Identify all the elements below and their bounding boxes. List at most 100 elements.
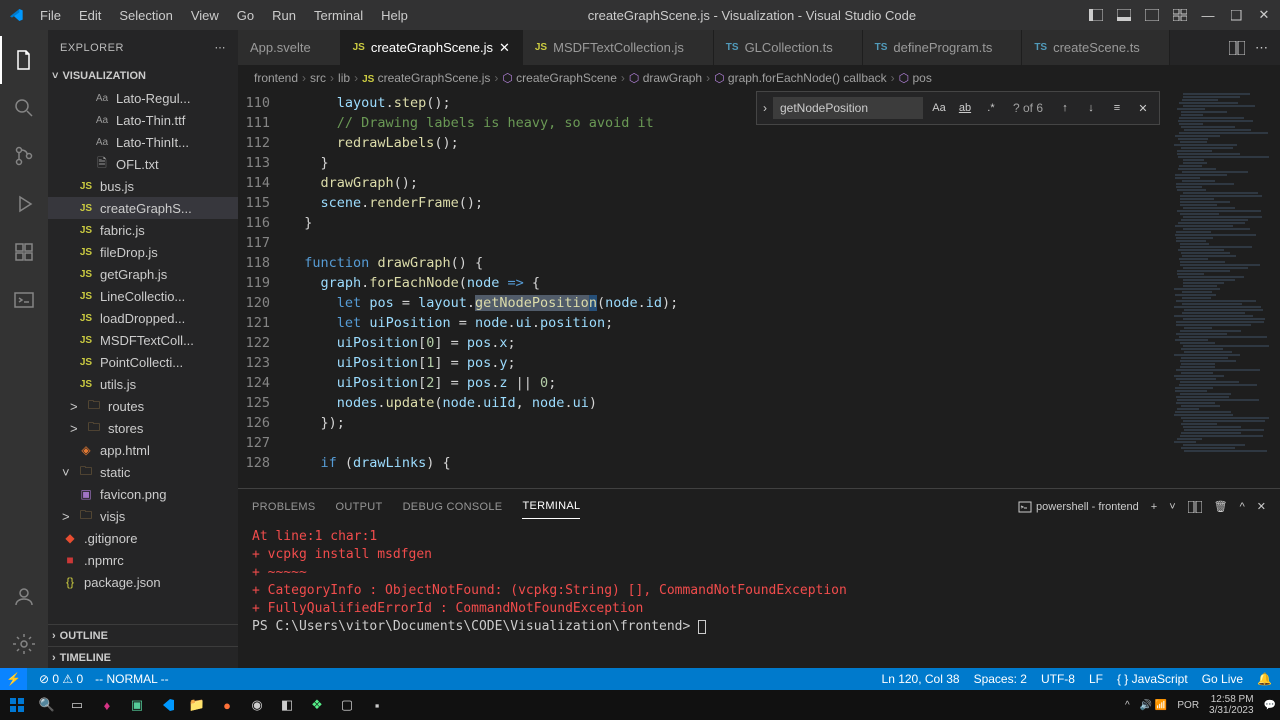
firefox-icon[interactable]: ● [214, 693, 240, 717]
terminal-panel-icon[interactable] [0, 276, 48, 324]
workspace-label[interactable]: ˅VISUALIZATION [48, 65, 238, 87]
start-icon[interactable] [4, 693, 30, 717]
breadcrumb-item[interactable]: ⬡ graph.forEachNode() callback [714, 71, 887, 85]
tab[interactable]: JSMSDFTextCollection.js✕ [523, 30, 714, 65]
find-next-icon[interactable]: ↓ [1081, 98, 1101, 118]
menu-terminal[interactable]: Terminal [306, 4, 371, 27]
task-app-icon[interactable]: ❖ [304, 693, 330, 717]
explorer-taskbar-icon[interactable]: 📁 [184, 693, 210, 717]
status-item[interactable]: { } JavaScript [1117, 672, 1188, 686]
breadcrumb-item[interactable]: ⬡ pos [899, 71, 932, 85]
debug-icon[interactable] [0, 180, 48, 228]
tab[interactable]: JScreateGraphScene.js✕ [341, 30, 523, 65]
tree-item[interactable]: ˅🗀static [48, 461, 238, 483]
tree-item[interactable]: JSbus.js [48, 175, 238, 197]
tray-lang[interactable]: POR [1177, 700, 1199, 711]
panel-left-icon[interactable] [1088, 9, 1104, 21]
status-item[interactable]: Go Live [1202, 672, 1243, 686]
regex-icon[interactable]: .* [981, 98, 1001, 118]
status-item[interactable]: UTF-8 [1041, 672, 1075, 686]
task-app-icon[interactable]: ▣ [124, 693, 150, 717]
chrome-icon[interactable]: ◉ [244, 693, 270, 717]
tree-item[interactable]: JSfabric.js [48, 219, 238, 241]
panel-tab-terminal[interactable]: TERMINAL [522, 494, 580, 519]
tree-item[interactable]: AaLato-Regul... [48, 87, 238, 109]
panel-maximize-icon[interactable]: ^ [1240, 501, 1245, 513]
tree-item[interactable]: JSLineCollectio... [48, 285, 238, 307]
tree-item[interactable]: >🗀stores [48, 417, 238, 439]
tree-item[interactable]: 🗎OFL.txt [48, 153, 238, 175]
tab[interactable]: TScreateScene.ts✕ [1022, 30, 1169, 65]
layout-grid-icon[interactable] [1172, 9, 1188, 21]
menu-help[interactable]: Help [373, 4, 416, 27]
task-app-icon[interactable]: ▢ [334, 693, 360, 717]
tray-icons[interactable]: 🔊 📶 [1140, 700, 1168, 711]
find-expand-icon[interactable]: › [763, 101, 767, 115]
menu-go[interactable]: Go [229, 4, 262, 27]
panel-tab-problems[interactable]: PROBLEMS [252, 495, 316, 519]
bell-icon[interactable]: 🔔 [1257, 672, 1272, 686]
tree-item[interactable]: ▣favicon.png [48, 483, 238, 505]
explorer-icon[interactable] [0, 36, 48, 84]
tree-item[interactable]: ◆.gitignore [48, 527, 238, 549]
timeline-section[interactable]: ›TIMELINE [48, 646, 238, 668]
close-icon[interactable]: ✕ [499, 40, 510, 56]
breadcrumb-item[interactable]: ⬡ drawGraph [629, 71, 702, 85]
menu-selection[interactable]: Selection [111, 4, 180, 27]
maximize-icon[interactable] [1228, 9, 1244, 21]
terminal[interactable]: At line:1 char:1+ vcpkg install msdfgen+… [238, 524, 1280, 668]
search-taskbar-icon[interactable]: 🔍 [34, 693, 60, 717]
menu-view[interactable]: View [183, 4, 227, 27]
tree-item[interactable]: JSutils.js [48, 373, 238, 395]
tree-item[interactable]: {}package.json [48, 571, 238, 593]
find-prev-icon[interactable]: ↑ [1055, 98, 1075, 118]
tree-item[interactable]: JSPointCollecti... [48, 351, 238, 373]
tree-item[interactable]: ◈app.html [48, 439, 238, 461]
find-close-icon[interactable]: ✕ [1133, 98, 1153, 118]
match-word-icon[interactable]: ab [955, 98, 975, 118]
more-icon[interactable]: ⋯ [215, 41, 227, 54]
settings-icon[interactable] [0, 620, 48, 668]
close-icon[interactable]: ✕ [1256, 9, 1272, 21]
panel-close-icon[interactable]: ✕ [1257, 500, 1266, 513]
terminal-dropdown-icon[interactable]: ˅ [1169, 501, 1175, 513]
task-app-icon[interactable]: ◧ [274, 693, 300, 717]
task-app-icon[interactable]: ▭ [64, 693, 90, 717]
breadcrumb-item[interactable]: src [310, 71, 326, 85]
tree-item[interactable]: >🗀routes [48, 395, 238, 417]
tab[interactable]: TSdefineProgram.ts✕ [863, 30, 1023, 65]
tab[interactable]: App.svelte✕ [238, 30, 341, 65]
kill-terminal-icon[interactable]: 🗑 [1214, 500, 1228, 513]
tree-item[interactable]: JSloadDropped... [48, 307, 238, 329]
errors-status[interactable]: ⊘ 0 ⚠ 0 [39, 672, 83, 686]
menu-run[interactable]: Run [264, 4, 304, 27]
tree-item[interactable]: JSfileDrop.js [48, 241, 238, 263]
tree-item[interactable]: >🗀visjs [48, 505, 238, 527]
search-icon[interactable] [0, 84, 48, 132]
outline-section[interactable]: ›OUTLINE [48, 624, 238, 646]
breadcrumb-item[interactable]: frontend [254, 71, 298, 85]
terminal-taskbar-icon[interactable]: ▪ [364, 693, 390, 717]
account-icon[interactable] [0, 572, 48, 620]
remote-icon[interactable]: ⚡ [0, 668, 27, 690]
find-selection-icon[interactable]: ≡ [1107, 98, 1127, 118]
extensions-icon[interactable] [0, 228, 48, 276]
breadcrumb-item[interactable]: lib [338, 71, 350, 85]
new-terminal-icon[interactable]: + [1151, 501, 1157, 513]
tree-item[interactable]: JScreateGraphS... [48, 197, 238, 219]
tray-clock[interactable]: 12:58 PM3/31/2023 [1209, 694, 1254, 716]
tree-item[interactable]: AaLato-Thin.ttf [48, 109, 238, 131]
notifications-icon[interactable]: 💬 [1264, 700, 1276, 711]
split-terminal-icon[interactable] [1188, 501, 1202, 513]
panel-tab-output[interactable]: OUTPUT [336, 495, 383, 519]
status-item[interactable]: Ln 120, Col 38 [882, 672, 960, 686]
breadcrumbs[interactable]: frontend›src›lib›JS createGraphScene.js›… [238, 65, 1280, 91]
shell-icon[interactable]: powershell - frontend [1018, 500, 1139, 514]
tray-chevron-icon[interactable]: ^ [1125, 700, 1130, 711]
breadcrumb-item[interactable]: ⬡ createGraphScene [502, 71, 617, 85]
tree-item[interactable]: JSMSDFTextColl... [48, 329, 238, 351]
more-icon[interactable]: ⋯ [1255, 40, 1268, 56]
status-item[interactable]: LF [1089, 672, 1103, 686]
panel-bottom-icon[interactable] [1116, 9, 1132, 21]
scm-icon[interactable] [0, 132, 48, 180]
